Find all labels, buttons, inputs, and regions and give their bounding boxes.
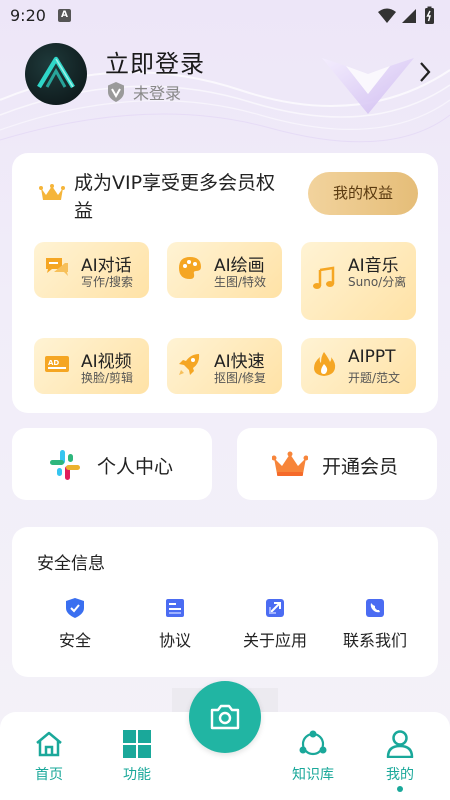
feature-ai-music[interactable]: AI音乐 Suno/分离: [301, 242, 416, 320]
video-ad-icon: AD: [45, 356, 69, 372]
feature-ai-ppt[interactable]: AIPPT 开题/范文: [301, 338, 416, 394]
security-card: 安全信息 安全 协议 关于应用 联系我们: [12, 527, 438, 677]
chat-icon: [46, 258, 68, 276]
status-bar: 9:20 A: [0, 0, 450, 32]
camera-icon: [210, 704, 240, 730]
app-logo-icon: [37, 56, 75, 89]
feature-ai-video[interactable]: AD AI视频 换脸/剪辑: [34, 338, 149, 394]
security-label: 协议: [158, 631, 191, 650]
login-status-text: 未登录: [133, 84, 182, 103]
notification-icon: A: [58, 9, 71, 22]
music-note-icon: [313, 266, 335, 289]
security-label: 关于应用: [242, 631, 307, 650]
nav-functions[interactable]: 功能: [107, 730, 167, 784]
security-item-safety[interactable]: 安全: [25, 597, 125, 651]
feature-sub: Suno/分离: [348, 275, 407, 289]
avatar[interactable]: [25, 43, 87, 105]
document-icon: [166, 599, 184, 617]
security-item-about[interactable]: 关于应用: [225, 597, 325, 651]
grid-hash-icon: [50, 450, 80, 480]
feature-ai-chat[interactable]: AI对话 写作/搜索: [34, 242, 149, 298]
nav-label: 知识库: [292, 767, 334, 783]
quick-label: 开通会员: [322, 456, 399, 478]
feature-sub: 开题/范文: [348, 371, 401, 385]
flame-icon: [314, 352, 336, 376]
my-rights-button[interactable]: 我的权益: [308, 172, 418, 215]
login-title[interactable]: 立即登录: [105, 44, 205, 79]
security-item-contact[interactable]: 联系我们: [325, 597, 425, 651]
home-icon: [36, 731, 62, 757]
crown-icon: [272, 451, 308, 476]
security-label: 联系我们: [342, 631, 407, 650]
crown-icon: [39, 183, 65, 207]
security-label: 安全: [58, 631, 91, 650]
feature-ai-fast[interactable]: AI快速 抠图/修复: [167, 338, 282, 394]
open-vip-button[interactable]: 开通会员: [237, 428, 437, 500]
status-icons: [376, 6, 438, 30]
svg-text:AD: AD: [48, 359, 59, 367]
rocket-icon: [179, 354, 200, 375]
personal-center-button[interactable]: 个人中心: [12, 428, 212, 500]
security-title: 安全信息: [37, 554, 105, 574]
nav-label: 我的: [386, 767, 414, 783]
feature-name: AIPPT: [348, 347, 396, 367]
quick-label: 个人中心: [97, 456, 174, 478]
camera-button[interactable]: [189, 681, 261, 753]
vip-title: 成为VIP享受更多会员权益: [74, 172, 276, 222]
login-status: 未登录: [105, 80, 181, 104]
feature-sub: 抠图/修复: [214, 371, 267, 385]
person-icon: [386, 730, 414, 759]
security-item-agreement[interactable]: 协议: [125, 597, 225, 651]
status-time: 9:20: [10, 6, 46, 25]
phone-icon: [366, 599, 384, 617]
signal-icon: [402, 9, 416, 23]
grid-icon: [123, 730, 151, 758]
feature-sub: 换脸/剪辑: [81, 371, 134, 385]
nav-mine[interactable]: 我的: [370, 730, 430, 792]
feature-sub: 写作/搜索: [81, 275, 134, 289]
shield-check-icon: [66, 598, 84, 618]
network-icon: [299, 730, 327, 756]
palette-icon: [179, 257, 201, 279]
vip-card: 成为VIP享受更多会员权益 我的权益 AI对话 写作/搜索 AI绘画 生图/特效…: [12, 153, 438, 413]
nav-home[interactable]: 首页: [19, 730, 79, 784]
verified-badge-icon: [108, 82, 124, 102]
share-link-icon: [266, 599, 284, 617]
feature-ai-painting[interactable]: AI绘画 生图/特效: [167, 242, 282, 298]
chevron-right-icon[interactable]: [418, 60, 432, 88]
nav-knowledge[interactable]: 知识库: [283, 730, 343, 784]
wifi-icon: [378, 8, 396, 23]
active-indicator: [397, 786, 403, 792]
feature-sub: 生图/特效: [214, 275, 267, 289]
nav-label: 首页: [35, 767, 63, 783]
nav-label: 功能: [123, 767, 151, 783]
brand-v-decoration: [322, 58, 414, 114]
